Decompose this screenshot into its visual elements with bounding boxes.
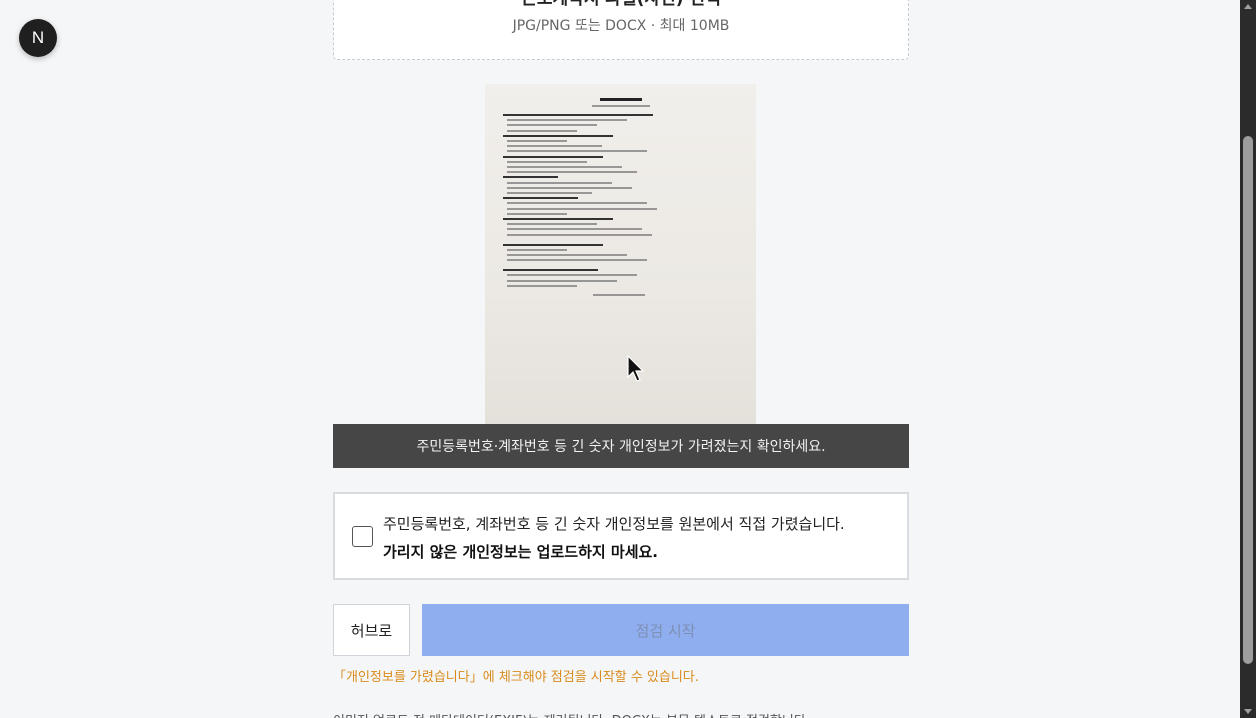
document-text-line (593, 294, 645, 296)
document-image (485, 84, 756, 425)
avatar-initial: N (31, 28, 45, 47)
document-text-line (503, 134, 613, 137)
document-text-line (503, 269, 598, 272)
document-text-line (507, 140, 567, 142)
document-text-line (507, 248, 567, 251)
document-text-line (507, 254, 627, 256)
consent-text: 주민등록번호, 계좌번호 등 긴 숫자 개인정보를 원본에서 직접 가렸습니다. (383, 515, 845, 533)
document-text-line (503, 197, 578, 200)
document-text-line (503, 155, 603, 158)
document-text-line (507, 212, 567, 215)
document-text-line (507, 284, 577, 287)
page-scrollbar[interactable] (1240, 0, 1256, 718)
scroll-up-arrow-icon[interactable] (1244, 4, 1252, 9)
scroll-down-arrow-icon[interactable] (1244, 709, 1252, 714)
document-text-line (507, 145, 602, 148)
document-text-line (507, 202, 647, 205)
document-text-line (507, 124, 597, 127)
file-dropzone[interactable]: 근로계약서 파일(사진) 선택 JPG/PNG 또는 DOCX · 최대 10M… (333, 0, 909, 60)
dropzone-hint: JPG/PNG 또는 DOCX · 최대 10MB (512, 18, 730, 34)
document-text-line (507, 160, 587, 163)
document-text-line (507, 207, 657, 210)
notice-text: 주민등록번호·계좌번호 등 긴 숫자 개인정보가 가려졌는지 확인하세요. (416, 439, 826, 455)
consent-warning-text: 가리지 않은 개인정보는 업로드하지 마세요. (383, 543, 658, 561)
avatar[interactable]: N (19, 19, 57, 57)
document-text-line (507, 274, 637, 277)
start-check-button[interactable]: 점검 시작 (422, 604, 909, 656)
document-text-line (507, 192, 592, 194)
document-text-line (507, 228, 642, 231)
document-text-line (507, 171, 637, 174)
upload-footnote: 이미지 업로드 전 메타데이터(EXIF)는 제거됩니다. DOCX는 본문 텍… (333, 710, 810, 718)
mouse-cursor-icon (627, 355, 645, 382)
document-text-line (507, 233, 652, 236)
document-preview (485, 84, 756, 425)
document-text-line (507, 279, 617, 282)
document-text-line (507, 129, 577, 132)
document-text-line (507, 223, 597, 226)
document-text-line (503, 218, 613, 220)
document-text-line (507, 119, 627, 122)
go-to-hub-button[interactable]: 허브로 (333, 604, 410, 656)
document-text-line (507, 186, 632, 189)
privacy-notice-banner: 주민등록번호·계좌번호 등 긴 숫자 개인정보가 가려졌는지 확인하세요. (333, 424, 909, 468)
consent-required-message: 「개인정보를 가렸습니다」에 체크해야 점검을 시작할 수 있습니다. (333, 670, 699, 685)
document-text-line (503, 114, 653, 116)
scrollbar-thumb[interactable] (1243, 136, 1253, 664)
document-text-line (592, 105, 650, 107)
document-text-line (507, 259, 647, 262)
privacy-consent-checkbox[interactable] (352, 526, 373, 547)
document-text-line (507, 150, 647, 153)
document-text-line (503, 176, 558, 179)
privacy-consent-box[interactable]: 주민등록번호, 계좌번호 등 긴 숫자 개인정보를 원본에서 직접 가렸습니다.… (333, 492, 909, 580)
document-text-line (600, 98, 642, 101)
document-text-line (507, 181, 612, 184)
document-text-line (507, 166, 622, 168)
dropzone-title: 근로계약서 파일(사진) 선택 (334, 0, 908, 9)
document-text-line (503, 243, 603, 246)
